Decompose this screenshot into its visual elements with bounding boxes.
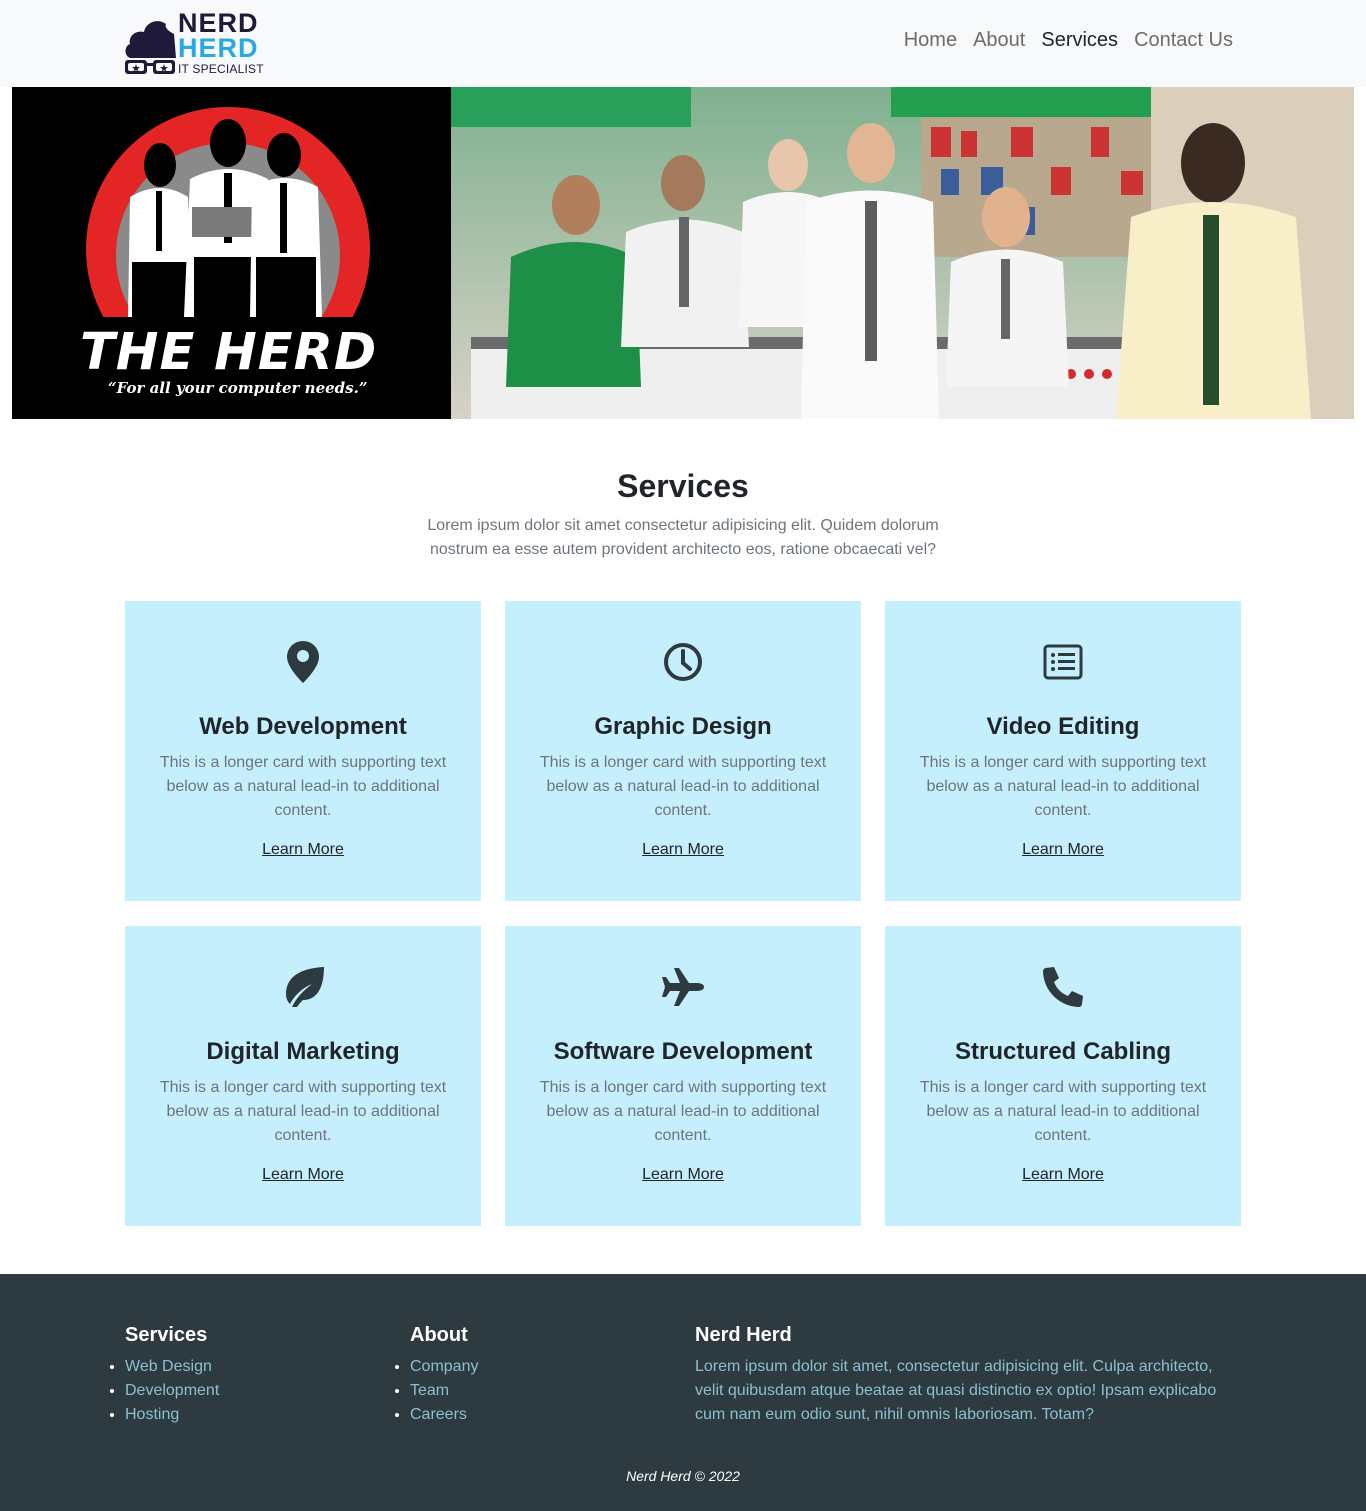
service-card-title: Web Development	[199, 713, 407, 740]
footer-services-list: Web Design Development Hosting	[125, 1355, 219, 1427]
footer-link-development[interactable]: Development	[125, 1379, 219, 1403]
learn-more-link[interactable]: Learn More	[125, 841, 481, 859]
service-card-text: This is a longer card with supporting te…	[919, 754, 1207, 819]
footer-about-column: About Company Team Careers	[410, 1324, 478, 1427]
services-section-title: Services	[617, 468, 749, 504]
service-card-video-editing: Video Editing This is a longer card with…	[885, 601, 1241, 901]
services-section-subtitle: Lorem ipsum dolor sit amet consectetur a…	[427, 517, 939, 558]
brand-logo[interactable]: NERD HERD IT SPECIALIST	[124, 10, 264, 76]
footer-brand-description: Lorem ipsum dolor sit amet, consectetur …	[695, 1358, 1217, 1423]
airplane-icon	[662, 968, 704, 1006]
service-card-text: This is a longer card with supporting te…	[919, 1079, 1207, 1144]
service-card-text: This is a longer card with supporting te…	[539, 1079, 827, 1144]
main-nav: Home About Services Contact Us	[904, 27, 1233, 53]
leaf-icon	[286, 967, 324, 1007]
learn-more-link[interactable]: Learn More	[505, 841, 861, 859]
map-pin-icon	[287, 641, 319, 683]
brand-line-it-specialist: IT SPECIALIST	[178, 62, 264, 76]
service-card-web-development: Web Development This is a longer card wi…	[125, 601, 481, 901]
service-card-title: Software Development	[553, 1038, 813, 1065]
service-card-title: Video Editing	[986, 713, 1140, 740]
footer-about-list: Company Team Careers	[410, 1355, 478, 1427]
hero-poster-tagline: “For all your computer needs.”	[108, 379, 368, 397]
service-card-text: This is a longer card with supporting te…	[159, 1079, 447, 1144]
site-footer: Services Web Design Development Hosting …	[0, 1274, 1366, 1511]
team-store-photo-image	[451, 87, 1354, 419]
nav-contact-link[interactable]: Contact Us	[1134, 27, 1233, 53]
footer-link-company[interactable]: Company	[410, 1355, 478, 1379]
service-card-title: Digital Marketing	[206, 1038, 400, 1065]
footer-brand-column: Nerd Herd Lorem ipsum dolor sit amet, co…	[695, 1324, 1225, 1427]
service-card-text: This is a longer card with supporting te…	[539, 754, 827, 819]
footer-about-heading: About	[410, 1324, 468, 1346]
learn-more-link[interactable]: Learn More	[505, 1166, 861, 1184]
service-card-structured-cabling: Structured Cabling This is a longer card…	[885, 926, 1241, 1226]
service-card-title: Structured Cabling	[954, 1038, 1171, 1065]
footer-brand-heading: Nerd Herd	[695, 1324, 792, 1346]
list-icon	[1043, 644, 1083, 680]
footer-services-column: Services Web Design Development Hosting	[125, 1324, 219, 1427]
nav-about-link[interactable]: About	[973, 27, 1025, 53]
service-card-text: This is a longer card with supporting te…	[159, 754, 447, 819]
brand-wordmark: NERD HERD IT SPECIALIST	[178, 10, 264, 76]
the-herd-poster: THE HERD “For all your computer needs.”	[12, 87, 452, 419]
hero-poster-title: THE HERD	[80, 323, 378, 382]
service-card-title: Graphic Design	[594, 713, 772, 740]
phone-icon	[1043, 967, 1083, 1007]
brand-line-herd: HERD	[178, 33, 259, 63]
clock-icon	[664, 643, 702, 681]
nav-home-link[interactable]: Home	[904, 27, 957, 53]
learn-more-link[interactable]: Learn More	[885, 841, 1241, 859]
footer-services-heading: Services	[125, 1324, 208, 1346]
footer-link-web-design[interactable]: Web Design	[125, 1355, 219, 1379]
hero-banner: THE HERD “For all your computer needs.”	[12, 87, 1354, 419]
nerd-herd-logo-icon	[125, 21, 176, 74]
service-card-software-development: Software Development This is a longer ca…	[505, 926, 861, 1226]
team-photo	[451, 87, 1354, 419]
footer-copyright: Nerd Herd © 2022	[626, 1468, 740, 1484]
nav-services-link[interactable]: Services	[1041, 27, 1118, 53]
footer-link-careers[interactable]: Careers	[410, 1403, 478, 1427]
learn-more-link[interactable]: Learn More	[885, 1166, 1241, 1184]
footer-link-team[interactable]: Team	[410, 1379, 478, 1403]
footer-link-hosting[interactable]: Hosting	[125, 1403, 219, 1427]
service-card-graphic-design: Graphic Design This is a longer card wit…	[505, 601, 861, 901]
learn-more-link[interactable]: Learn More	[125, 1166, 481, 1184]
service-card-digital-marketing: Digital Marketing This is a longer card …	[125, 926, 481, 1226]
navbar: NERD HERD IT SPECIALIST Home About Servi…	[0, 0, 1366, 87]
